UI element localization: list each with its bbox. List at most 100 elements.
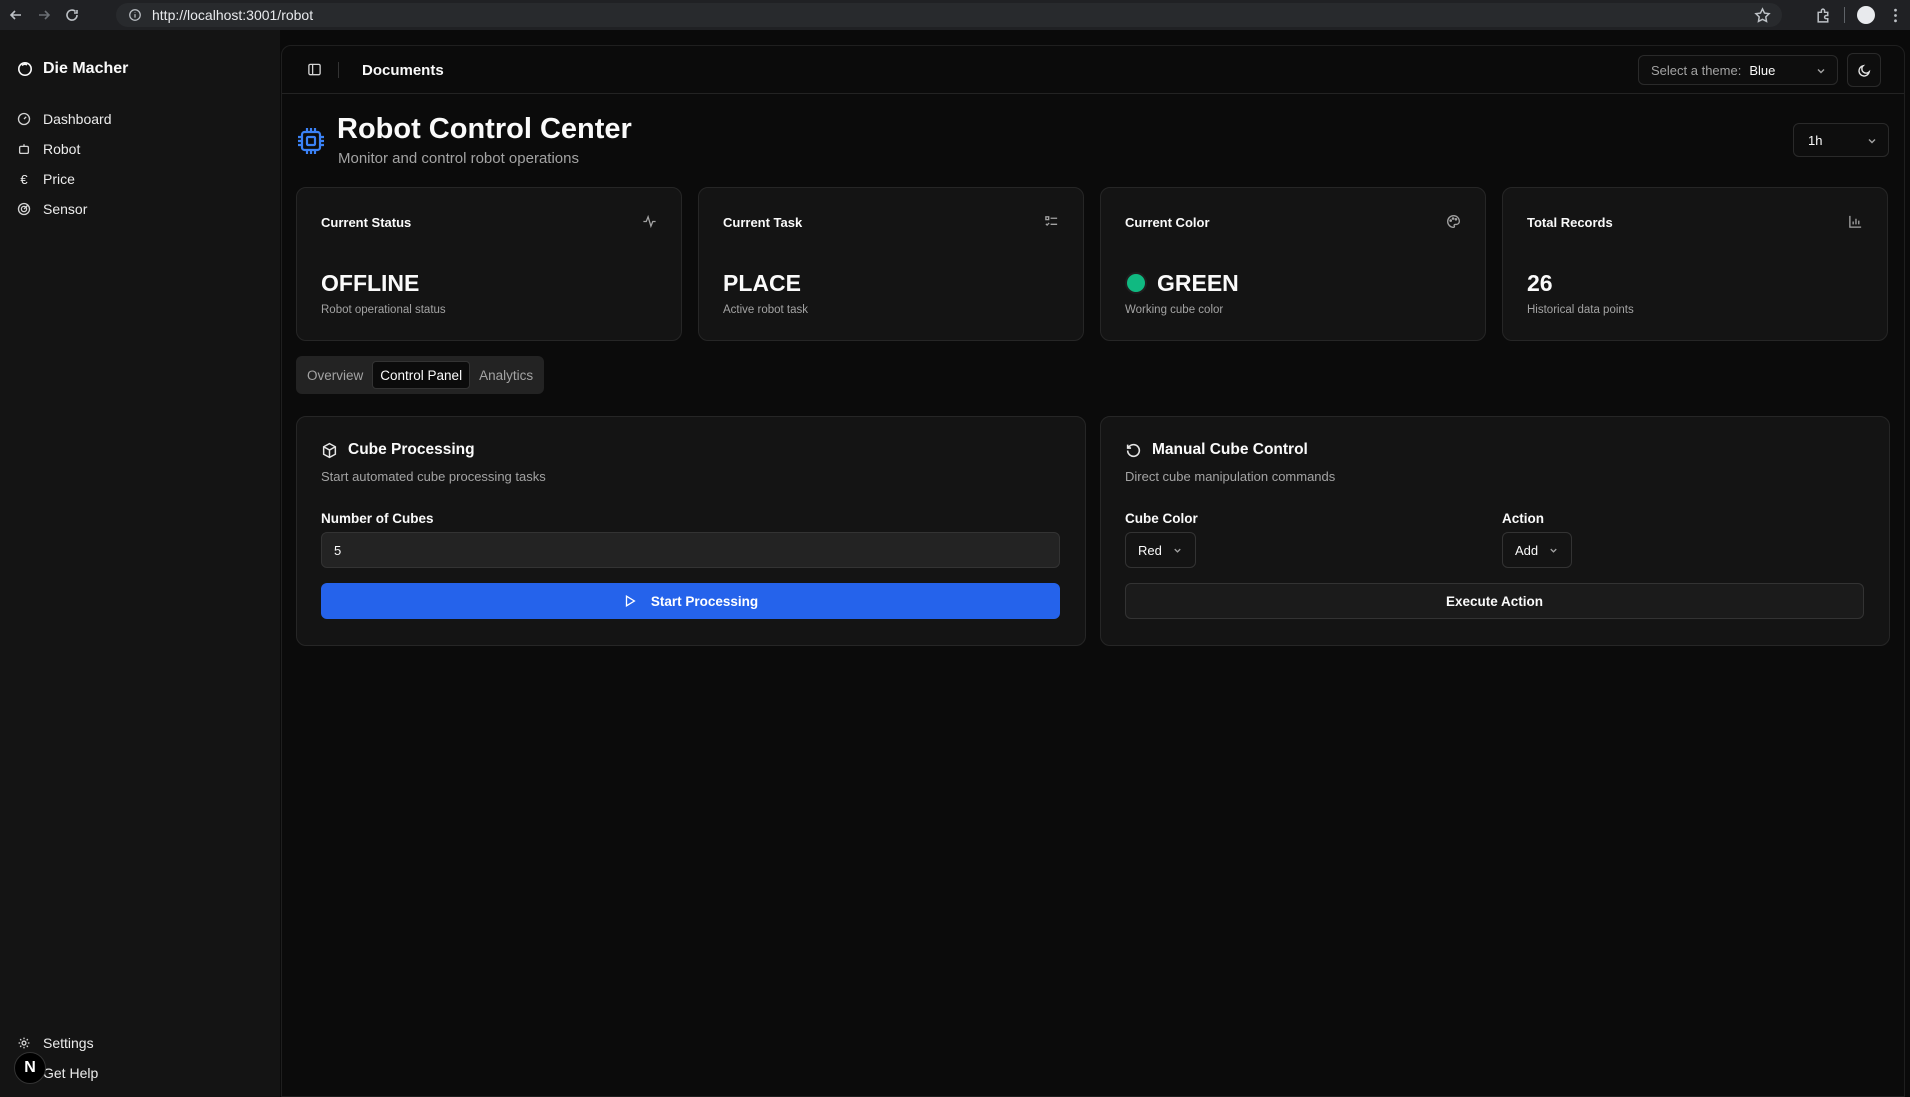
reload-icon[interactable] bbox=[60, 3, 84, 27]
bot-icon bbox=[18, 144, 30, 155]
card-title: Cube Processing bbox=[321, 441, 475, 459]
stat-description: Robot operational status bbox=[321, 304, 446, 316]
activity-icon bbox=[643, 214, 656, 229]
box-icon bbox=[322, 442, 337, 458]
sidebar-item-label: Sensor bbox=[43, 201, 88, 217]
cubes-field-label: Number of Cubes bbox=[321, 511, 434, 526]
action-select[interactable]: Add bbox=[1502, 532, 1573, 568]
dark-mode-toggle[interactable] bbox=[1847, 53, 1881, 87]
chevron-down-icon bbox=[1868, 139, 1876, 144]
stat-label: Current Task bbox=[723, 215, 803, 230]
menu-kebab-icon[interactable] bbox=[1887, 7, 1904, 24]
execute-action-button[interactable]: Execute Action bbox=[1125, 583, 1864, 619]
gear-icon bbox=[18, 1037, 30, 1049]
address-bar[interactable]: http://localhost:3001/robot bbox=[116, 3, 1782, 27]
play-icon bbox=[625, 595, 636, 607]
browser-toolbar: http://localhost:3001/robot bbox=[0, 0, 1910, 30]
stat-label: Total Records bbox=[1527, 215, 1613, 230]
stat-card-records: Total Records 26 Historical data points bbox=[1502, 187, 1888, 341]
tab-list: Overview Control Panel Analytics bbox=[296, 356, 545, 394]
cube-processing-card: Cube Processing Start automated cube pro… bbox=[296, 416, 1086, 646]
cube-color-label: Cube Color bbox=[1125, 511, 1198, 526]
cube-color-value: Red bbox=[1138, 542, 1162, 558]
rotate-ccw-icon bbox=[1126, 443, 1141, 457]
stat-value: 26 bbox=[1527, 270, 1553, 296]
cpu-icon bbox=[298, 128, 324, 154]
stat-value: OFFLINE bbox=[321, 270, 420, 296]
profile-avatar[interactable] bbox=[1857, 6, 1875, 24]
bookmark-star-icon[interactable] bbox=[1754, 6, 1771, 24]
stat-value: PLACE bbox=[723, 270, 801, 296]
chevron-down-icon bbox=[1174, 548, 1181, 553]
time-range-select[interactable]: 1h bbox=[1793, 123, 1889, 157]
brand[interactable]: Die Macher bbox=[17, 60, 128, 78]
sidebar-item-robot[interactable]: Robot bbox=[17, 141, 80, 157]
bar-chart-icon bbox=[1849, 215, 1862, 228]
chevron-down-icon bbox=[1817, 69, 1825, 74]
extensions-icon[interactable] bbox=[1815, 7, 1832, 24]
sidebar-item-dashboard[interactable]: Dashboard bbox=[17, 111, 112, 127]
stat-label: Current Color bbox=[1125, 215, 1210, 230]
sidebar-item-sensor[interactable]: Sensor bbox=[17, 201, 87, 217]
stat-value-text: GREEN bbox=[1157, 270, 1239, 296]
header-divider bbox=[338, 62, 339, 78]
color-swatch bbox=[1125, 272, 1147, 294]
header-title: Documents bbox=[362, 62, 444, 79]
euro-icon: € bbox=[20, 171, 28, 187]
sidebar-item-label: Settings bbox=[43, 1035, 94, 1051]
back-icon[interactable] bbox=[4, 3, 28, 27]
moon-icon bbox=[1857, 64, 1870, 77]
sidebar-item-label: Price bbox=[43, 171, 75, 187]
card-subtitle: Direct cube manipulation commands bbox=[1125, 469, 1336, 484]
sidebar-item-price[interactable]: € Price bbox=[17, 171, 75, 187]
time-range-value: 1h bbox=[1808, 132, 1823, 148]
stat-description: Historical data points bbox=[1527, 304, 1634, 316]
brand-name: Die Macher bbox=[43, 60, 129, 77]
stat-description: Active robot task bbox=[723, 304, 809, 316]
card-title-text: Cube Processing bbox=[348, 441, 475, 458]
list-checks-icon bbox=[1045, 216, 1058, 227]
action-value: Add bbox=[1515, 542, 1539, 558]
theme-select[interactable]: Select a theme: Blue bbox=[1638, 55, 1838, 85]
main-panel: Documents Select a theme: Blue Robot Con… bbox=[281, 45, 1905, 1097]
stat-value: GREEN bbox=[1125, 270, 1239, 297]
sidebar-toggle-icon[interactable] bbox=[307, 62, 322, 82]
sidebar-item-settings[interactable]: Settings bbox=[17, 1035, 94, 1051]
card-title: Manual Cube Control bbox=[1125, 441, 1308, 459]
avatar[interactable]: N bbox=[14, 1052, 46, 1084]
tab-analytics[interactable]: Analytics bbox=[472, 361, 540, 389]
manual-cube-control-card: Manual Cube Control Direct cube manipula… bbox=[1100, 416, 1890, 646]
radar-icon bbox=[17, 202, 31, 216]
forward-icon[interactable] bbox=[32, 3, 56, 27]
theme-select-label: Select a theme: bbox=[1651, 62, 1742, 78]
tab-overview[interactable]: Overview bbox=[300, 361, 370, 389]
sidebar-item-label: Get Help bbox=[43, 1065, 99, 1081]
page-title: Robot Control Center bbox=[337, 113, 632, 145]
stat-description: Working cube color bbox=[1125, 304, 1224, 316]
stat-card-color: Current Color GREEN Working cube color bbox=[1100, 187, 1486, 341]
button-label: Start Processing bbox=[650, 593, 759, 609]
site-info-icon[interactable] bbox=[128, 8, 142, 22]
url-text: http://localhost:3001/robot bbox=[152, 7, 314, 23]
action-label: Action bbox=[1502, 511, 1544, 526]
gauge-icon bbox=[17, 112, 31, 126]
stat-card-task: Current Task PLACE Active robot task bbox=[698, 187, 1084, 341]
stat-label: Current Status bbox=[321, 215, 412, 230]
start-processing-button[interactable]: Start Processing bbox=[321, 583, 1060, 619]
sidebar: Die Macher Dashboard Robot € Price Senso… bbox=[0, 30, 280, 1097]
brand-circle-icon bbox=[18, 62, 32, 76]
page-subtitle: Monitor and control robot operations bbox=[338, 150, 579, 167]
header: Documents Select a theme: Blue bbox=[282, 46, 1904, 94]
browser-actions bbox=[1754, 3, 1904, 27]
theme-select-value: Blue bbox=[1749, 62, 1776, 78]
stat-card-status: Current Status OFFLINE Robot operational… bbox=[296, 187, 682, 341]
card-title-text: Manual Cube Control bbox=[1152, 441, 1308, 458]
card-subtitle: Start automated cube processing tasks bbox=[321, 469, 546, 484]
tab-control-panel[interactable]: Control Panel bbox=[372, 361, 471, 389]
number-of-cubes-input[interactable] bbox=[321, 532, 1060, 568]
sidebar-item-label: Dashboard bbox=[43, 111, 112, 127]
sidebar-item-label: Robot bbox=[43, 141, 81, 157]
chevron-down-icon bbox=[1550, 548, 1557, 553]
palette-icon bbox=[1447, 215, 1460, 228]
cube-color-select[interactable]: Red bbox=[1125, 532, 1196, 568]
